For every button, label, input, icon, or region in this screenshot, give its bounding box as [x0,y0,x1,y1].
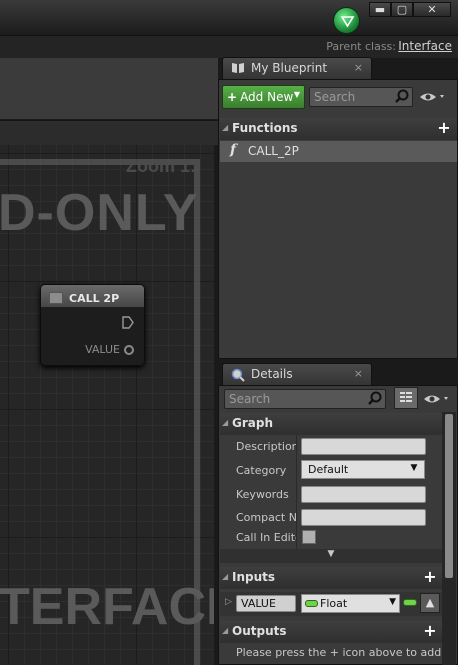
graph-editor[interactable]: Zoom 1: D-ONLY TERFACE CALL 2P VALUE [0,145,214,665]
view-options-eye-icon[interactable] [418,88,448,108]
details-search-placeholder: Search [229,392,271,406]
parent-class-link[interactable]: Interface [398,39,452,53]
keywords-field[interactable] [301,486,426,503]
node-title: CALL 2P [69,291,120,305]
graph-section-header[interactable]: ◢ Graph [220,413,442,435]
tab-my-blueprint-label: My Blueprint [251,61,328,75]
search-placeholder: Search [314,90,356,104]
add-new-button[interactable]: + Add New ▼ [222,85,305,109]
plus-icon: + [227,90,238,104]
close-tab-button[interactable]: × [354,61,363,74]
functions-header-label: Functions [232,121,298,135]
move-up-arrow-icon[interactable]: ▲ [420,593,440,613]
grid-view-icon[interactable] [394,387,418,409]
collapse-triangle-icon: ◢ [222,123,229,132]
compact-node-field[interactable] [301,509,426,526]
add-output-plus-icon[interactable]: + [422,623,438,639]
details-magnifier-icon [231,368,245,382]
parent-class-label: Parent class: [326,40,396,53]
blueprint-search-input[interactable]: Search [309,87,413,107]
input-name-field[interactable]: VALUE [236,595,296,612]
inputs-section-header[interactable]: ◢ Inputs [220,567,442,589]
tab-details[interactable]: Details × [222,363,372,385]
tab-my-blueprint[interactable]: My Blueprint × [222,57,372,79]
details-search-input[interactable]: Search [224,389,386,409]
maximize-button[interactable]: ▢ [391,2,413,17]
function-item-label: CALL_2P [248,144,299,158]
graph-header-label: Graph [232,416,273,430]
inputs-header-label: Inputs [232,570,276,584]
collapse-triangle-icon: ◢ [222,418,229,427]
value-pin-label: VALUE [85,343,120,356]
title-bar: ▬ ▢ ✕ [0,0,458,36]
add-input-plus-icon[interactable]: + [422,569,438,585]
add-function-plus-icon[interactable]: + [436,120,452,136]
read-only-watermark: D-ONLY [0,184,199,242]
magnifier-icon [395,89,409,106]
input-type-value: Float [320,597,348,610]
add-new-label: Add New [240,90,294,104]
functions-section-header[interactable]: ◢ Functions [220,118,457,140]
minimize-button[interactable]: ▬ [369,2,391,17]
call-in-editor-label: Call In Edito [236,531,296,544]
expand-row-triangle-icon[interactable]: ▷ [225,597,232,607]
unreal-logo-icon[interactable] [333,7,360,34]
details-eye-icon[interactable] [422,390,452,410]
zoom-label: Zoom 1: [126,156,196,176]
property-column-divider [296,435,297,549]
interface-watermark: TERFACE [0,578,214,636]
input-type-select[interactable]: Float ▼ [301,594,400,613]
call-in-editor-checkbox[interactable] [302,530,316,544]
description-label: Description [236,440,296,453]
function-node-icon [49,292,63,304]
close-window-button[interactable]: ✕ [413,2,451,17]
chevron-down-icon: ▼ [389,597,396,607]
outputs-section-header[interactable]: ◢ Outputs [220,621,442,643]
collapse-triangle-icon: ◢ [222,626,229,635]
keywords-label: Keywords [236,488,289,501]
chevron-down-icon: ▼ [293,90,300,99]
category-value: Default [308,463,349,476]
value-output-pin-row: VALUE [85,343,134,356]
outputs-header-label: Outputs [232,624,287,638]
collapse-triangle-icon: ◢ [222,572,229,581]
close-details-tab-button[interactable]: × [354,367,363,380]
function-item[interactable]: f CALL_2P [220,141,457,162]
compact-node-label: Compact No [236,511,296,524]
function-node[interactable]: CALL 2P VALUE [40,284,145,366]
description-field[interactable] [301,438,426,455]
graph-breadcrumb-strip [0,121,218,145]
category-select[interactable]: Default ▼ [301,460,425,479]
details-scrollbar[interactable] [442,412,456,665]
advanced-expand-arrow[interactable]: ▼ [220,549,442,563]
viewport-toolbar-area [0,58,218,120]
function-icon: f [230,142,237,158]
book-icon [231,62,245,74]
window-controls: ▬ ▢ ✕ [369,2,451,17]
parent-class-bar: Parent class: Interface [0,36,458,58]
node-header: CALL 2P [41,285,144,307]
outputs-hint-text: Please press the + icon above to add par… [236,646,442,659]
scrollbar-thumb[interactable] [445,414,453,578]
category-label: Category [236,464,287,477]
float-type-pill-icon [305,600,318,607]
chevron-down-icon: ▼ [410,463,418,473]
array-type-pill-icon[interactable] [403,599,417,606]
exec-pin-icon[interactable] [122,316,134,332]
tab-details-label: Details [251,367,293,381]
magnifier-icon [368,391,382,408]
value-pin-icon[interactable] [124,344,134,355]
